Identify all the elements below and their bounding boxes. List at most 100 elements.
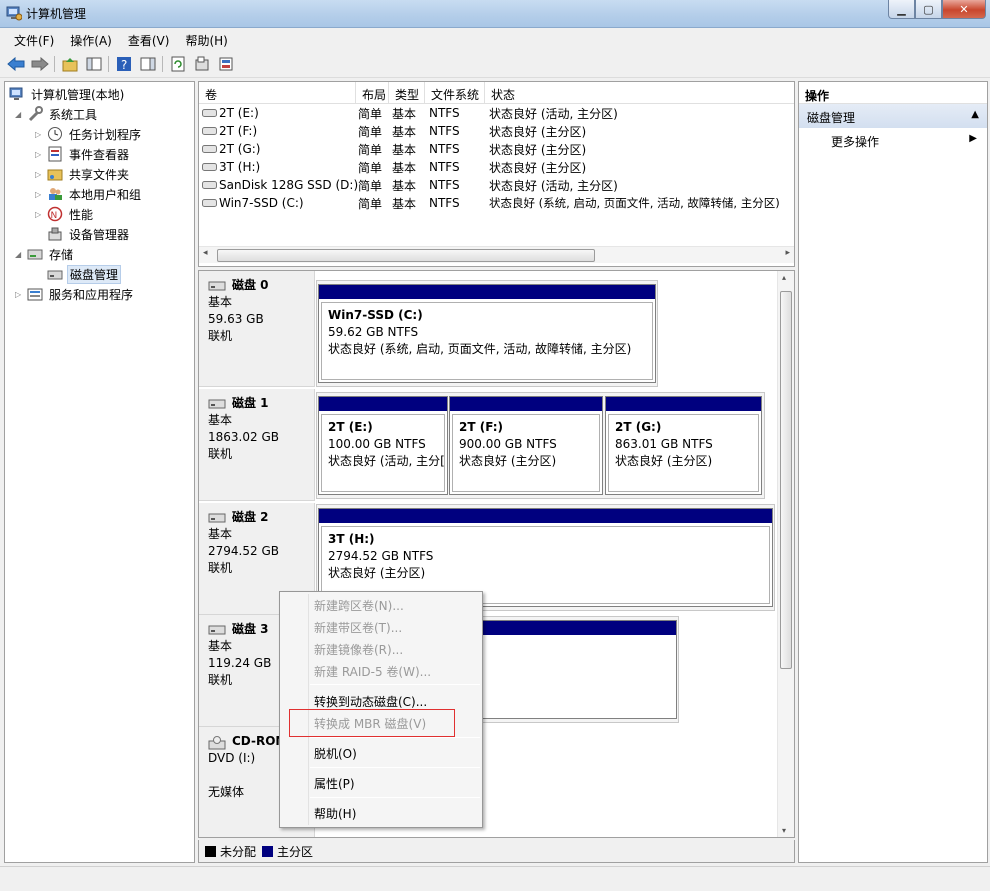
show-hide-tree-button[interactable]: [84, 54, 104, 74]
refresh-icon: [171, 56, 185, 72]
column-volume[interactable]: 卷: [199, 82, 356, 104]
tree-item-shared-folders[interactable]: ▷ 共享文件夹: [35, 164, 131, 184]
menu-new-raid5-volume[interactable]: 新建 RAID-5 卷(W)...: [314, 660, 431, 680]
partition-legend: 未分配 主分区: [198, 840, 795, 863]
hard-disk-icon: [208, 512, 226, 524]
scroll-left-icon[interactable]: ◂: [203, 248, 208, 258]
tree-item-device-manager[interactable]: 设备管理器: [47, 224, 131, 244]
column-layout[interactable]: 布局: [356, 82, 389, 104]
annotation-highlight-box: [289, 709, 455, 737]
menu-new-spanned-volume[interactable]: 新建跨区卷(N)...: [314, 594, 404, 614]
table-row[interactable]: SanDisk 128G SSD (D:) 简单 基本 NTFS 状态良好 (活…: [199, 176, 794, 194]
tree-item-root[interactable]: 计算机管理(本地): [9, 84, 126, 104]
menu-action[interactable]: 操作(A): [62, 28, 120, 50]
tree-item-event-viewer[interactable]: ▷ 事件查看器: [35, 144, 131, 164]
services-icon: [27, 286, 43, 302]
close-button[interactable]: ✕: [942, 0, 986, 19]
volume-list-header: 卷 布局 类型 文件系统 状态: [199, 82, 794, 104]
maximize-button[interactable]: ▢: [915, 0, 942, 19]
minimize-icon: ▁: [897, 2, 906, 16]
window-title: 计算机管理: [26, 7, 87, 21]
scroll-thumb[interactable]: [780, 291, 792, 669]
drive-icon: [199, 106, 219, 120]
vertical-scrollbar[interactable]: ▴ ▾: [777, 271, 794, 837]
horizontal-scrollbar[interactable]: ◂ ▸: [199, 246, 794, 263]
disk-1-info[interactable]: 磁盘 1 基本 1863.02 GB 联机: [199, 389, 315, 501]
tree-item-disk-management[interactable]: 磁盘管理: [47, 264, 122, 284]
show-hide-action-pane-button[interactable]: [138, 54, 158, 74]
forward-button[interactable]: [30, 54, 50, 74]
disk-0-partitions: Win7-SSD (C:) 59.62 GB NTFS 状态良好 (系统, 启动…: [316, 280, 658, 387]
svg-text:N: N: [51, 211, 58, 221]
partition-e[interactable]: 2T (E:) 100.00 GB NTFS 状态良好 (活动, 主分[: [318, 396, 448, 495]
menu-help[interactable]: 帮助(H): [314, 802, 356, 822]
close-icon: ✕: [959, 2, 969, 16]
more-actions-item[interactable]: 更多操作 ▶: [799, 128, 987, 150]
actions-pane: 操作 磁盘管理 ▲ 更多操作 ▶: [798, 81, 988, 863]
partition-f[interactable]: 2T (F:) 900.00 GB NTFS 状态良好 (主分区): [449, 396, 603, 495]
collapse-up-icon[interactable]: ▲: [971, 109, 979, 120]
menu-properties[interactable]: 属性(P): [314, 772, 355, 792]
expanded-arrow-icon[interactable]: ◢: [15, 250, 25, 259]
maximize-icon: ▢: [923, 2, 934, 16]
properties-button[interactable]: [192, 54, 212, 74]
table-row[interactable]: 2T (E:) 简单 基本 NTFS 状态良好 (活动, 主分区): [199, 104, 794, 122]
tree-item-services[interactable]: ▷ 服务和应用程序: [15, 284, 135, 304]
disk-1-partitions: 2T (E:) 100.00 GB NTFS 状态良好 (活动, 主分[ 2T …: [316, 392, 765, 499]
collapsed-arrow-icon[interactable]: ▷: [35, 170, 45, 179]
minimize-button[interactable]: ▁: [888, 0, 915, 19]
disk-settings-button[interactable]: [216, 54, 236, 74]
scroll-down-icon[interactable]: ▾: [782, 826, 786, 835]
refresh-button[interactable]: [168, 54, 188, 74]
primary-partition-swatch: [262, 845, 274, 857]
hard-disk-icon: [208, 398, 226, 410]
disk-management-icon: [47, 266, 63, 282]
tree-item-task-scheduler[interactable]: ▷ 任务计划程序: [35, 124, 143, 144]
table-row[interactable]: 3T (H:) 简单 基本 NTFS 状态良好 (主分区): [199, 158, 794, 176]
column-type[interactable]: 类型: [389, 82, 425, 104]
toolbar: ?: [0, 50, 990, 78]
disk-0-info[interactable]: 磁盘 0 基本 59.63 GB 联机: [199, 271, 315, 387]
tree-item-system-tools[interactable]: ◢ 系统工具: [15, 104, 99, 124]
performance-icon: N: [47, 206, 63, 222]
menu-view[interactable]: 查看(V): [120, 28, 178, 50]
event-viewer-icon: [47, 146, 63, 162]
tree-item-local-users[interactable]: ▷ 本地用户和组: [35, 184, 143, 204]
collapsed-arrow-icon[interactable]: ▷: [35, 150, 45, 159]
tree-item-storage[interactable]: ◢ 存储: [15, 244, 75, 264]
menu-file[interactable]: 文件(F): [6, 28, 62, 50]
scroll-up-icon[interactable]: ▴: [782, 273, 786, 282]
scroll-thumb[interactable]: [217, 249, 595, 262]
menu-offline[interactable]: 脱机(O): [314, 742, 357, 762]
expanded-arrow-icon[interactable]: ◢: [15, 110, 25, 119]
actions-section-disk-management[interactable]: 磁盘管理 ▲: [799, 104, 987, 128]
scroll-right-icon[interactable]: ▸: [785, 248, 790, 258]
collapsed-arrow-icon[interactable]: ▷: [35, 210, 45, 219]
computer-management-icon: [9, 86, 25, 102]
table-row[interactable]: 2T (F:) 简单 基本 NTFS 状态良好 (主分区): [199, 122, 794, 140]
partition-c[interactable]: Win7-SSD (C:) 59.62 GB NTFS 状态良好 (系统, 启动…: [318, 284, 656, 383]
menu-new-mirrored-volume[interactable]: 新建镜像卷(R)...: [314, 638, 403, 658]
menu-convert-to-dynamic[interactable]: 转换到动态磁盘(C)...: [314, 690, 427, 710]
column-status[interactable]: 状态: [485, 82, 794, 104]
partition-g[interactable]: 2T (G:) 863.01 GB NTFS 状态良好 (主分区): [605, 396, 762, 495]
tree-item-performance[interactable]: ▷ N 性能: [35, 204, 95, 224]
help-button[interactable]: ?: [114, 54, 134, 74]
menu-new-striped-volume[interactable]: 新建带区卷(T)...: [314, 616, 402, 636]
collapsed-arrow-icon[interactable]: ▷: [35, 190, 45, 199]
disk-settings-icon: [219, 57, 233, 71]
volume-list: 卷 布局 类型 文件系统 状态 2T (E:) 简单 基本 NTFS 状态良好 …: [198, 81, 795, 267]
users-icon: [47, 186, 63, 202]
forward-arrow-icon: [31, 57, 49, 71]
back-button[interactable]: [6, 54, 26, 74]
table-row[interactable]: Win7-SSD (C:) 简单 基本 NTFS 状态良好 (系统, 启动, 页…: [199, 194, 794, 212]
menu-help[interactable]: 帮助(H): [177, 28, 235, 50]
collapsed-arrow-icon[interactable]: ▷: [15, 290, 25, 299]
up-folder-button[interactable]: [60, 54, 80, 74]
table-row[interactable]: 2T (G:) 简单 基本 NTFS 状态良好 (主分区): [199, 140, 794, 158]
drive-icon: [199, 124, 219, 138]
console-tree: 计算机管理(本地) ◢ 系统工具 ▷ 任务计划程序 ▷ 事件查看器 ▷ 共享文件…: [4, 81, 195, 863]
legend-primary: 主分区: [277, 844, 314, 859]
collapsed-arrow-icon[interactable]: ▷: [35, 130, 45, 139]
column-filesystem[interactable]: 文件系统: [425, 82, 485, 104]
